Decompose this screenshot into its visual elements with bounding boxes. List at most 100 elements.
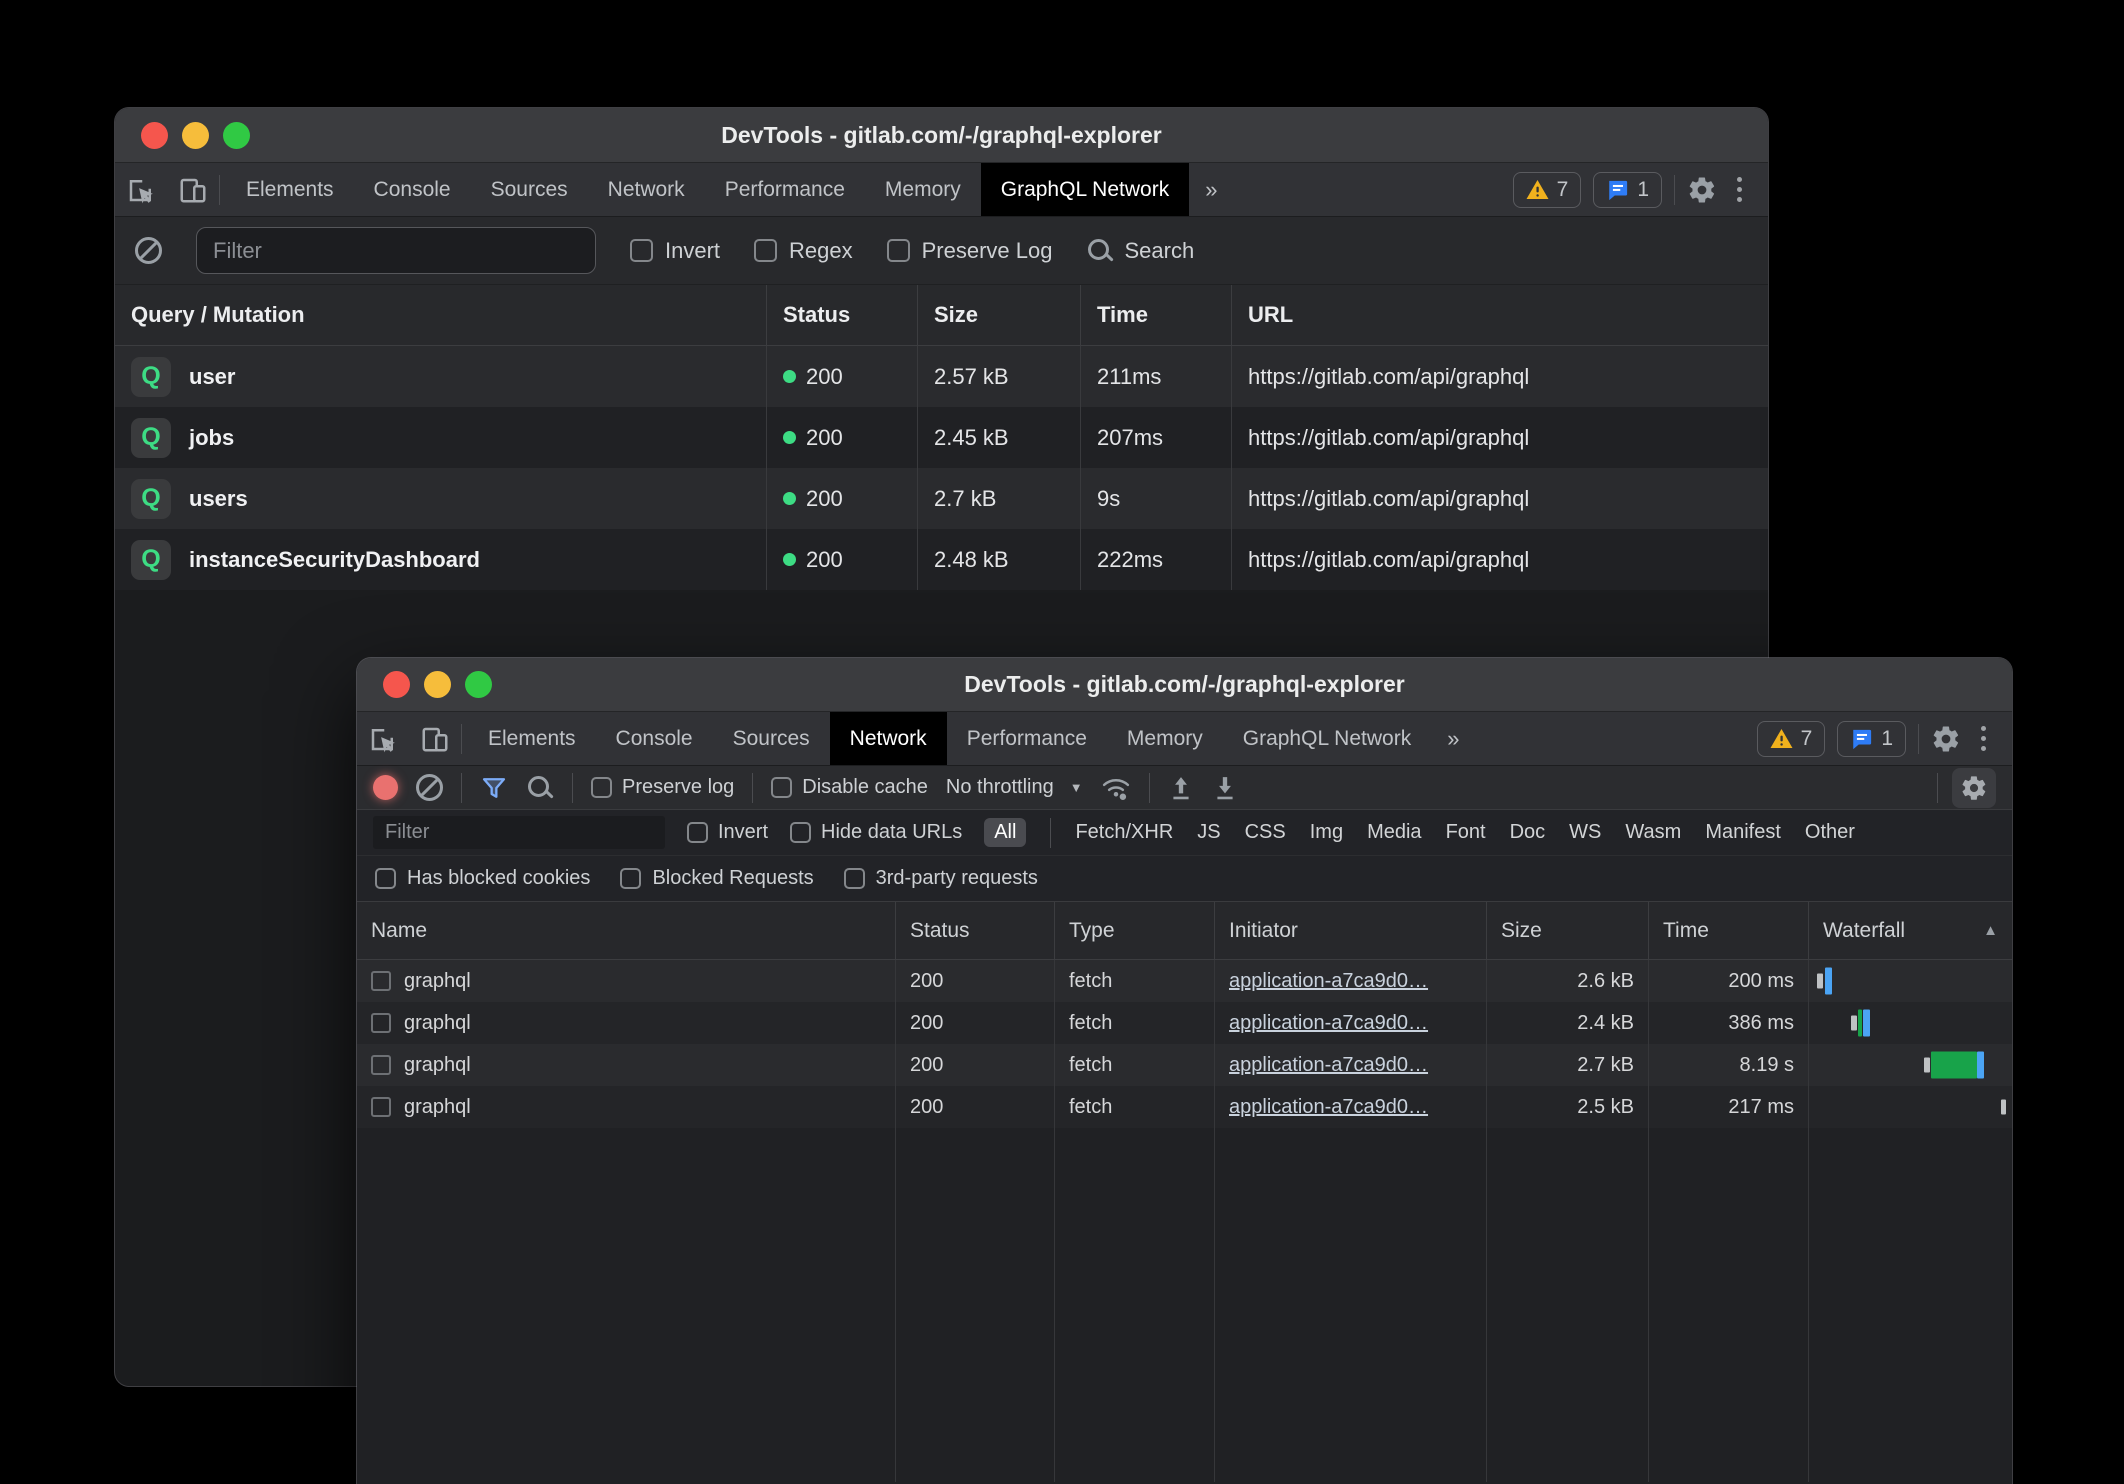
invert-checkbox[interactable]: Invert [630,238,720,264]
network-conditions-icon[interactable] [1101,773,1131,803]
initiator-link[interactable]: application-a7ca9d0… [1229,970,1428,993]
type-filter-doc[interactable]: Doc [1510,821,1546,844]
warnings-badge[interactable]: 7 [1513,172,1582,208]
type-filter-other[interactable]: Other [1805,821,1855,844]
tab-sources[interactable]: Sources [713,712,830,765]
filter-input[interactable] [373,816,665,849]
column-header-type[interactable]: Type [1055,902,1215,959]
table-row[interactable]: Q jobs 200 2.45 kB 207ms https://gitlab.… [115,407,1768,468]
clear-icon[interactable] [135,237,162,264]
checkbox[interactable] [771,777,792,798]
record-network-log-button[interactable] [373,775,398,800]
column-header-waterfall[interactable]: Waterfall ▲ [1809,902,2012,959]
type-filter-wasm[interactable]: Wasm [1625,821,1681,844]
table-row[interactable]: Q users 200 2.7 kB 9s https://gitlab.com… [115,468,1768,529]
inspect-element-icon[interactable] [357,712,409,765]
table-row[interactable]: Q user 200 2.57 kB 211ms https://gitlab.… [115,346,1768,407]
tab-network[interactable]: Network [588,163,705,216]
initiator-link[interactable]: application-a7ca9d0… [1229,1096,1428,1119]
warnings-badge[interactable]: 7 [1757,721,1826,757]
disable-cache-checkbox[interactable]: Disable cache [771,776,928,799]
filter-funnel-icon[interactable] [480,774,508,802]
tab-memory[interactable]: Memory [1107,712,1223,765]
column-header-status[interactable]: Status [896,902,1055,959]
preserve-log-checkbox[interactable]: Preserve Log [887,238,1053,264]
network-request-row[interactable]: graphql 200 fetch application-a7ca9d0… 2… [357,1044,2012,1086]
column-header-time[interactable]: Time [1081,285,1232,345]
settings-gear-icon[interactable] [1687,175,1717,205]
column-header-time[interactable]: Time [1649,902,1809,959]
initiator-link[interactable]: application-a7ca9d0… [1229,1012,1428,1035]
column-header-size[interactable]: Size [918,285,1081,345]
filter-input[interactable] [196,227,596,274]
type-filter-fetch-xhr[interactable]: Fetch/XHR [1075,821,1173,844]
search-icon[interactable] [526,774,554,802]
column-header-status[interactable]: Status [767,285,918,345]
throttling-dropdown[interactable]: No throttling ▼ [946,776,1083,799]
type-filter-img[interactable]: Img [1310,821,1343,844]
checkbox[interactable] [887,239,910,262]
row-checkbox[interactable] [371,1013,391,1033]
network-request-row[interactable]: graphql 200 fetch application-a7ca9d0… 2… [357,960,2012,1002]
more-tabs-chevron[interactable]: » [1189,163,1233,216]
tab-performance[interactable]: Performance [947,712,1107,765]
tab-console[interactable]: Console [354,163,471,216]
settings-gear-icon[interactable] [1931,724,1961,754]
type-filter-media[interactable]: Media [1367,821,1421,844]
type-filter-manifest[interactable]: Manifest [1705,821,1781,844]
row-checkbox[interactable] [371,1097,391,1117]
title-bar[interactable]: DevTools - gitlab.com/-/graphql-explorer [115,108,1768,163]
network-request-row[interactable]: graphql 200 fetch application-a7ca9d0… 2… [357,1086,2012,1128]
more-options-kebab-icon[interactable] [1973,726,1994,751]
blocked-requests-checkbox[interactable]: Blocked Requests [620,867,813,890]
row-checkbox[interactable] [371,971,391,991]
tab-network[interactable]: Network [830,712,947,765]
checkbox[interactable] [375,868,396,889]
third-party-requests-checkbox[interactable]: 3rd-party requests [844,867,1038,890]
type-filter-all[interactable]: All [984,818,1026,847]
more-options-kebab-icon[interactable] [1729,177,1750,202]
table-row[interactable]: Q instanceSecurityDashboard 200 2.48 kB … [115,529,1768,590]
device-toolbar-icon[interactable] [167,163,219,216]
more-tabs-chevron[interactable]: » [1431,712,1475,765]
column-header-initiator[interactable]: Initiator [1215,902,1487,959]
tab-elements[interactable]: Elements [226,163,354,216]
type-filter-js[interactable]: JS [1197,821,1220,844]
network-request-row[interactable]: graphql 200 fetch application-a7ca9d0… 2… [357,1002,2012,1044]
checkbox[interactable] [591,777,612,798]
type-filter-font[interactable]: Font [1446,821,1486,844]
checkbox[interactable] [687,822,708,843]
regex-checkbox[interactable]: Regex [754,238,853,264]
tab-memory[interactable]: Memory [865,163,981,216]
tab-graphql-network[interactable]: GraphQL Network [1223,712,1431,765]
type-filter-ws[interactable]: WS [1569,821,1601,844]
tab-console[interactable]: Console [596,712,713,765]
tab-graphql-network[interactable]: GraphQL Network [981,163,1189,216]
has-blocked-cookies-checkbox[interactable]: Has blocked cookies [375,867,590,890]
search-button[interactable]: Search [1086,237,1194,265]
checkbox[interactable] [844,868,865,889]
clear-network-log-icon[interactable] [416,774,443,801]
issues-badge[interactable]: 1 [1593,172,1662,208]
initiator-link[interactable]: application-a7ca9d0… [1229,1054,1428,1077]
preserve-log-checkbox[interactable]: Preserve log [591,776,734,799]
checkbox[interactable] [754,239,777,262]
column-header-query-mutation[interactable]: Query / Mutation [115,285,767,345]
tab-elements[interactable]: Elements [468,712,596,765]
row-checkbox[interactable] [371,1055,391,1075]
checkbox[interactable] [790,822,811,843]
type-filter-css[interactable]: CSS [1245,821,1286,844]
issues-badge[interactable]: 1 [1837,721,1906,757]
export-har-icon[interactable] [1212,775,1238,801]
title-bar[interactable]: DevTools - gitlab.com/-/graphql-explorer [357,658,2012,712]
checkbox[interactable] [630,239,653,262]
network-settings-gear-button[interactable] [1952,768,1996,808]
device-toolbar-icon[interactable] [409,712,461,765]
tab-performance[interactable]: Performance [705,163,865,216]
hide-data-urls-checkbox[interactable]: Hide data URLs [790,821,962,844]
checkbox[interactable] [620,868,641,889]
tab-sources[interactable]: Sources [471,163,588,216]
column-header-url[interactable]: URL [1232,285,1768,345]
inspect-element-icon[interactable] [115,163,167,216]
column-header-name[interactable]: Name [357,902,896,959]
